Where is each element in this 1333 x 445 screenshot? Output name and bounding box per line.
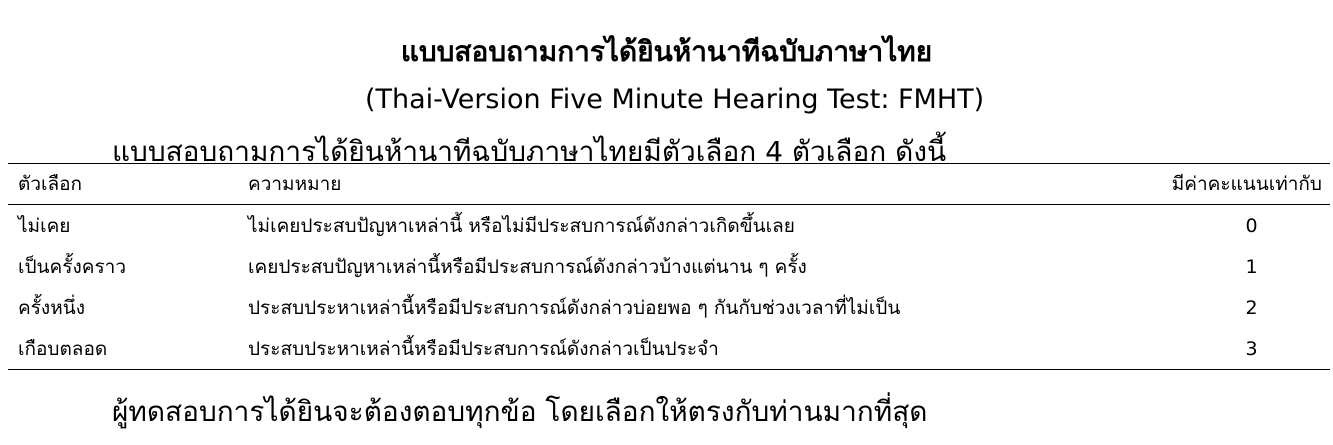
option-cell: เป็นครั้งคราว — [18, 255, 126, 278]
score-cell: 2 — [1245, 296, 1258, 319]
table-row: เกือบตลอด ประสบประหาเหล่านี้หรือมีประสบก… — [8, 328, 1330, 370]
score-cell: 1 — [1245, 255, 1258, 278]
table-row: ครั้งหนึ่ง ประสบประหาเหล่านี้หรือมีประสบ… — [8, 287, 1330, 328]
header-meaning: ความหมาย — [248, 173, 342, 195]
header-option: ตัวเลือก — [18, 173, 83, 195]
score-cell: 0 — [1245, 214, 1258, 237]
options-table: ตัวเลือก ความหมาย มีค่าคะแนนเท่ากับ ไม่เ… — [8, 163, 1330, 370]
meaning-cell: ไม่เคยประสบปัญหาเหล่านี้ หรือไม่มีประสบก… — [248, 214, 795, 237]
option-cell: เกือบตลอด — [18, 337, 108, 360]
page-subtitle: (Thai-Version Five Minute Hearing Test: … — [365, 84, 985, 115]
table-row: เป็นครั้งคราว เคยประสบปัญหาเหล่านี้หรือม… — [8, 246, 1330, 287]
table-header-row: ตัวเลือก ความหมาย มีค่าคะแนนเท่ากับ — [8, 163, 1330, 205]
meaning-cell: ประสบประหาเหล่านี้หรือมีประสบการณ์ดังกล่… — [248, 296, 901, 319]
footer-instruction: ผู้ทดสอบการได้ยินจะต้องตอบทุกข้อ โดยเลือ… — [112, 395, 928, 428]
header-score: มีค่าคะแนนเท่ากับ — [1171, 173, 1322, 195]
option-cell: ไม่เคย — [18, 214, 71, 237]
option-cell: ครั้งหนึ่ง — [18, 296, 85, 319]
meaning-cell: เคยประสบปัญหาเหล่านี้หรือมีประสบการณ์ดัง… — [248, 255, 807, 278]
page-title: แบบสอบถามการได้ยินห้านาทีฉบับภาษาไทย — [400, 35, 933, 68]
score-cell: 3 — [1245, 337, 1258, 360]
meaning-cell: ประสบประหาเหล่านี้หรือมีประสบการณ์ดังกล่… — [248, 337, 719, 360]
options-table-container: ตัวเลือก ความหมาย มีค่าคะแนนเท่ากับ ไม่เ… — [8, 163, 1330, 370]
table-row: ไม่เคย ไม่เคยประสบปัญหาเหล่านี้ หรือไม่ม… — [8, 205, 1330, 247]
